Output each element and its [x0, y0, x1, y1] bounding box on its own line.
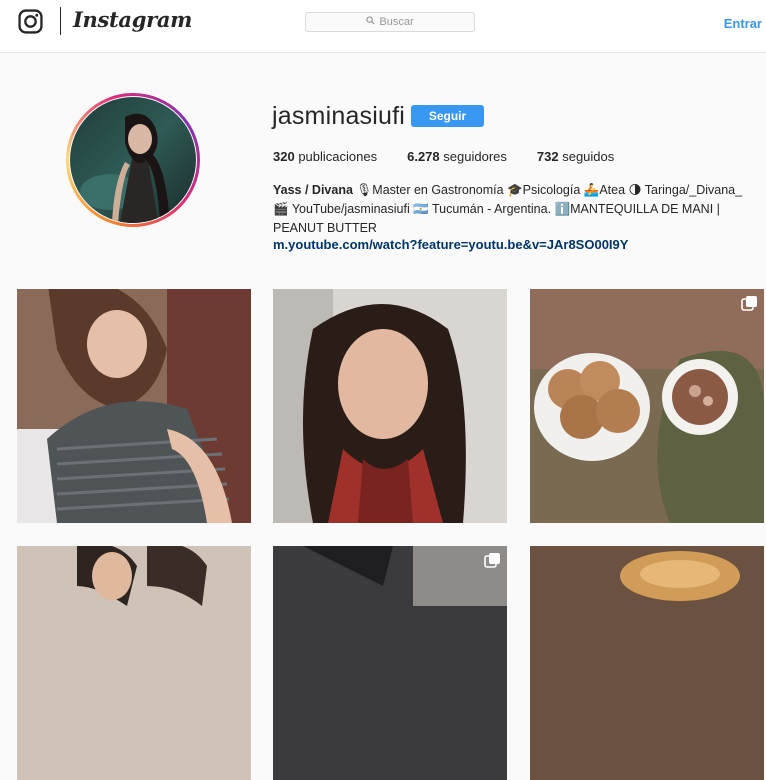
following-count: 732	[536, 149, 559, 164]
bio-text-line-2: YouTube/jasminasiufi 🇦🇷 Tucumán - Argent…	[273, 202, 720, 235]
search-placeholder: Buscar	[379, 16, 414, 28]
profile-stats: 320 publicaciones 6.278 seguidores 732 s…	[273, 149, 644, 164]
profile-bio: Yass / Divana 🎙Master en Gastronomía 🎓Ps…	[273, 181, 758, 238]
post-thumbnail[interactable]	[273, 546, 507, 780]
stat-following[interactable]: 732 seguidos	[537, 149, 614, 164]
follow-button[interactable]: Seguir	[411, 105, 484, 127]
multiple-photos-icon	[484, 552, 501, 569]
followers-label: seguidores	[443, 149, 507, 164]
instagram-camera-icon[interactable]	[18, 9, 43, 34]
following-label: seguidos	[562, 149, 615, 164]
top-nav-bar: Instagram Buscar Entrar	[0, 0, 766, 53]
post-thumbnail[interactable]	[530, 289, 764, 523]
logo-divider	[60, 7, 61, 35]
multiple-photos-icon	[741, 295, 758, 312]
stat-followers[interactable]: 6.278 seguidores	[407, 149, 507, 164]
post-thumbnail[interactable]	[273, 289, 507, 523]
avatar-photo	[70, 97, 196, 223]
stat-posts: 320 publicaciones	[273, 149, 377, 164]
profile-username: jasminasiufi	[272, 102, 406, 130]
post-thumbnail[interactable]	[17, 546, 251, 780]
posts-count: 320	[273, 149, 295, 164]
profile-avatar[interactable]	[66, 93, 200, 227]
login-link[interactable]: Entrar	[724, 16, 762, 31]
instagram-wordmark[interactable]: Instagram	[73, 7, 192, 32]
bio-website-link[interactable]: m.youtube.com/watch?feature=youtu.be&v=J…	[273, 237, 628, 252]
bio-name: Yass / Divana	[273, 183, 353, 197]
followers-count: 6.278	[407, 149, 440, 164]
search-icon	[366, 16, 375, 28]
posts-label: publicaciones	[298, 149, 378, 164]
post-thumbnail[interactable]	[17, 289, 251, 523]
search-input[interactable]: Buscar	[305, 12, 475, 32]
post-thumbnail[interactable]	[530, 546, 764, 780]
